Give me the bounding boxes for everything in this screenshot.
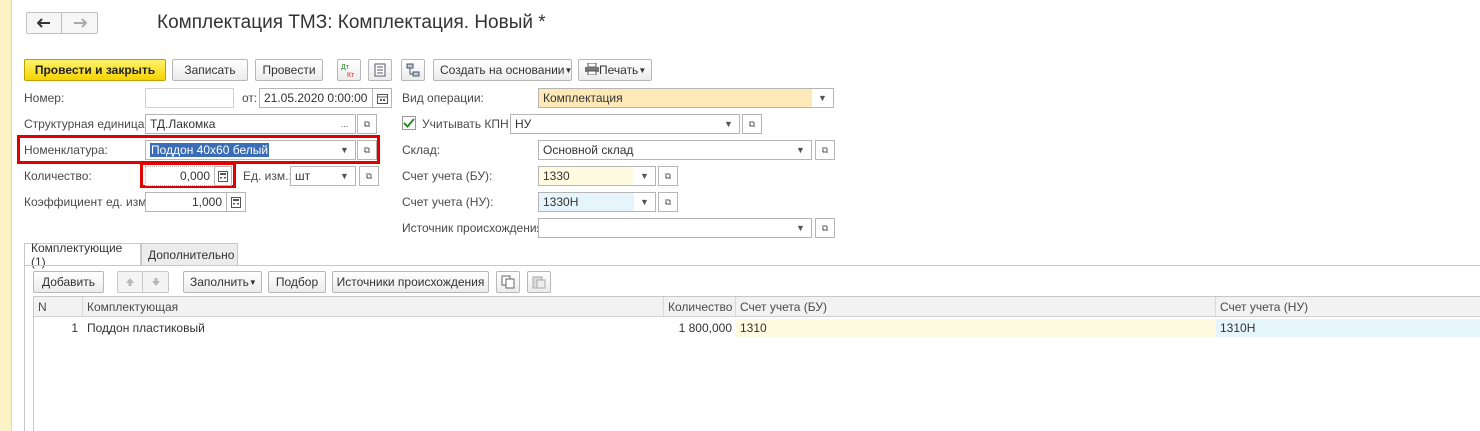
account-nu-label: Счет учета (НУ):	[402, 195, 494, 209]
dt-kt-icon[interactable]: Дт Кт	[337, 59, 361, 81]
from-label: от:	[242, 91, 258, 105]
back-arrow-icon[interactable]	[27, 13, 62, 33]
chevron-down-icon: ▼	[564, 65, 573, 75]
open-icon[interactable]: ⧉	[359, 166, 379, 186]
open-icon[interactable]: ⧉	[357, 114, 377, 134]
struct-unit-input[interactable]: ТД.Лакомка	[145, 114, 335, 134]
tab-components[interactable]: Комплектующие (1)	[24, 241, 141, 269]
row-account-nu[interactable]: 1310Н	[1216, 319, 1480, 337]
open-icon[interactable]: ⧉	[815, 218, 835, 238]
row-component[interactable]: Поддон пластиковый	[83, 319, 664, 337]
op-type-label: Вид операции:	[402, 91, 484, 105]
unit-label: Ед. изм.:	[243, 169, 292, 183]
post-button[interactable]: Провести	[255, 59, 323, 81]
post-and-close-button[interactable]: Провести и закрыть	[24, 59, 166, 81]
tab-additional[interactable]: Дополнительно	[141, 243, 238, 265]
fill-label: Заполнить	[190, 275, 249, 289]
open-icon[interactable]: ⧉	[742, 114, 762, 134]
printer-icon	[585, 62, 599, 78]
chevron-down-icon[interactable]: ▼	[334, 140, 356, 160]
fill-button[interactable]: Заполнить ▼	[183, 271, 262, 293]
unit-input[interactable]: шт	[290, 166, 335, 186]
move-buttons	[117, 271, 169, 293]
chevron-down-icon: ▼	[248, 277, 257, 287]
chevron-down-icon[interactable]: ▼	[718, 114, 740, 134]
forward-arrow-icon[interactable]	[62, 13, 97, 33]
pick-button[interactable]: Подбор	[268, 271, 326, 293]
svg-text:Дт: Дт	[341, 64, 350, 71]
add-button[interactable]: Добавить	[33, 271, 104, 293]
calculator-icon[interactable]	[214, 166, 232, 186]
open-icon[interactable]: ⧉	[815, 140, 835, 160]
open-icon[interactable]: ⧉	[658, 166, 678, 186]
chevron-down-icon: ▼	[638, 65, 647, 75]
print-label: Печать	[599, 63, 639, 77]
source-label: Источник происхождения:	[402, 221, 547, 235]
chevron-down-icon[interactable]: ▼	[334, 166, 356, 186]
move-up-icon[interactable]	[118, 272, 143, 292]
copy-icon[interactable]	[496, 271, 520, 293]
kpn-checkbox[interactable]	[402, 116, 416, 130]
quantity-label: Количество:	[24, 169, 92, 183]
col-header-account-bu[interactable]: Счет учета (БУ)	[736, 297, 1216, 317]
kpn-select[interactable]: НУ	[510, 114, 719, 134]
col-header-n[interactable]: N	[34, 297, 83, 317]
warehouse-select[interactable]: Основной склад	[538, 140, 791, 160]
calculator-icon[interactable]	[226, 192, 246, 212]
row-account-bu[interactable]: 1310	[736, 319, 1216, 337]
calendar-icon[interactable]	[372, 88, 392, 108]
nomenclature-selected-text: Поддон 40х60 белый	[150, 143, 270, 157]
number-input[interactable]	[145, 88, 234, 108]
col-header-component[interactable]: Комплектующая	[83, 297, 664, 317]
source-select[interactable]	[538, 218, 791, 238]
warehouse-label: Склад:	[402, 143, 441, 157]
date-input[interactable]: 21.05.2020 0:00:00	[259, 88, 373, 108]
chevron-down-icon[interactable]: ▼	[812, 88, 834, 108]
report-icon[interactable]	[368, 59, 392, 81]
window-title: Комплектация ТМЗ: Комплектация. Новый *	[157, 12, 546, 33]
ellipsis-button[interactable]: ...	[334, 114, 356, 134]
paste-icon[interactable]	[527, 271, 551, 293]
struct-unit-label: Структурная единица:	[24, 117, 148, 131]
sources-button[interactable]: Источники происхождения	[332, 271, 489, 293]
col-header-account-nu[interactable]: Счет учета (НУ)	[1216, 297, 1480, 317]
account-nu-select[interactable]: 1330Н	[538, 192, 635, 212]
svg-text:Кт: Кт	[347, 72, 355, 78]
coef-label: Коэффициент ед. изм.:	[24, 195, 154, 209]
account-bu-select[interactable]: 1330	[538, 166, 635, 186]
coef-input[interactable]: 1,000	[145, 192, 227, 212]
structure-icon[interactable]	[401, 59, 425, 81]
chevron-down-icon[interactable]: ▼	[790, 218, 812, 238]
chevron-down-icon[interactable]: ▼	[634, 166, 656, 186]
op-type-select[interactable]: Комплектация	[538, 88, 813, 108]
left-sidebar-strip	[0, 0, 12, 431]
create-based-on-label: Создать на основании	[440, 63, 565, 77]
kpn-label: Учитывать КПН	[422, 117, 509, 131]
nav-buttons	[26, 12, 98, 34]
open-icon[interactable]: ⧉	[658, 192, 678, 212]
create-based-on-button[interactable]: Создать на основании ▼	[433, 59, 572, 81]
chevron-down-icon[interactable]: ▼	[634, 192, 656, 212]
save-button[interactable]: Записать	[172, 59, 248, 81]
col-header-quantity[interactable]: Количество	[664, 297, 736, 317]
open-icon[interactable]: ⧉	[357, 140, 377, 160]
chevron-down-icon[interactable]: ▼	[790, 140, 812, 160]
print-button[interactable]: Печать ▼	[578, 59, 652, 81]
number-label: Номер:	[24, 91, 65, 105]
nomenclature-input[interactable]: Поддон 40х60 белый	[145, 140, 335, 160]
nomenclature-label: Номенклатура:	[24, 143, 108, 157]
quantity-input[interactable]: 0,000	[145, 166, 215, 186]
move-down-icon[interactable]	[143, 272, 168, 292]
row-n: 1	[71, 321, 78, 335]
row-quantity[interactable]: 1 800,000	[664, 319, 736, 337]
account-bu-label: Счет учета (БУ):	[402, 169, 493, 183]
